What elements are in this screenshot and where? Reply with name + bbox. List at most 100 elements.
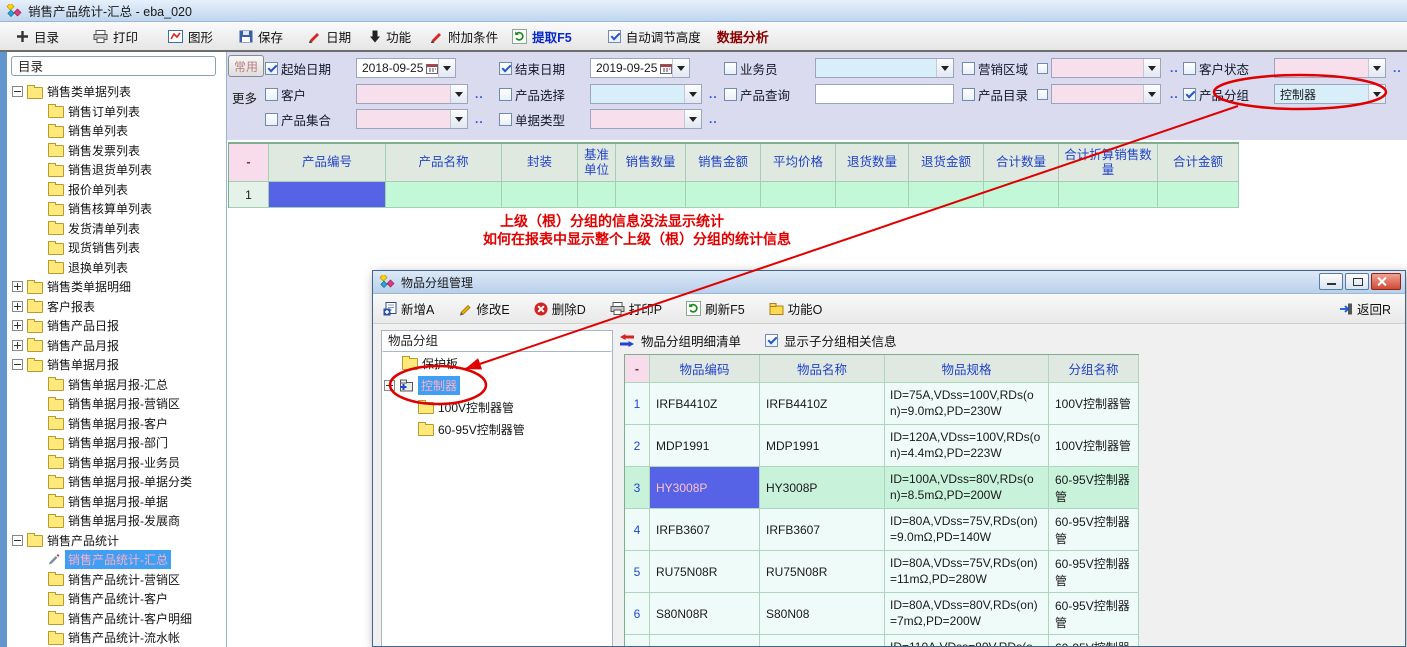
table-row[interactable]: 6 S80N08R S80N08 ID=80A,VDss=80V,RDs(on)… — [625, 593, 1139, 635]
salesman-checkbox[interactable] — [724, 62, 737, 75]
more-options-button[interactable]: .. — [709, 87, 718, 101]
region-checkbox[interactable] — [962, 62, 975, 75]
table-cell[interactable] — [686, 182, 761, 208]
row-number-cell[interactable]: 1 — [625, 383, 650, 425]
dropdown-button[interactable] — [1368, 85, 1385, 103]
table-cell[interactable]: S80N08R — [650, 593, 760, 635]
print-button[interactable]: 打印 — [93, 27, 138, 46]
sidebar-item-selected[interactable]: 销售产品统计-汇总 — [8, 550, 224, 570]
doc-type-select[interactable] — [590, 109, 702, 129]
dropdown-button[interactable] — [684, 110, 701, 128]
column-header[interactable]: 分组名称 — [1049, 355, 1139, 383]
sidebar-item[interactable]: 销售产品统计-营销区 — [8, 570, 224, 590]
collapse-icon[interactable] — [384, 380, 395, 391]
table-cell[interactable]: IRFB4410Z — [760, 383, 885, 425]
print-button[interactable]: 打印P — [610, 299, 662, 318]
add-button[interactable]: 新增A — [383, 299, 434, 318]
sidebar-item[interactable]: 销售产品统计 — [8, 531, 224, 551]
table-row[interactable]: 2 MDP1991 MDP1991 ID=120A,VDss=100V,RDs(… — [625, 425, 1139, 467]
sidebar-item[interactable]: 销售单据月报 — [8, 355, 224, 375]
table-cell[interactable]: ID=100A,VDss=80V,RDs(on)=8.5mΩ,PD=200W — [885, 467, 1049, 509]
column-header[interactable]: 产品编号 — [269, 144, 386, 182]
table-cell[interactable] — [578, 182, 616, 208]
start-date-input[interactable]: 2018-09-25 — [356, 58, 456, 78]
extra-condition-button[interactable]: 附加条件 — [429, 27, 498, 46]
more-options-button[interactable]: .. — [1170, 61, 1179, 75]
refresh-button[interactable]: 刷新F5 — [686, 299, 745, 318]
table-cell[interactable]: STP110N8F6 — [650, 635, 760, 647]
sidebar-item[interactable]: 销售产品日报 — [8, 316, 224, 336]
more-button[interactable]: 更多 — [232, 88, 257, 107]
data-analysis-button[interactable]: 数据分析 — [717, 27, 769, 46]
product-query-input[interactable] — [815, 84, 954, 104]
selected-cell[interactable] — [269, 182, 386, 208]
table-cell[interactable]: MDP1991 — [650, 425, 760, 467]
customer-checkbox[interactable] — [265, 88, 278, 101]
table-cell[interactable]: IRFB3607 — [650, 509, 760, 551]
table-cell[interactable]: RU75N08R — [760, 551, 885, 593]
product-select-select[interactable] — [590, 84, 702, 104]
sidebar-item[interactable]: 销售单据月报-单据分类 — [8, 472, 224, 492]
row-number-cell[interactable]: 3 — [625, 467, 650, 509]
sidebar-item[interactable]: 现货销售列表 — [8, 238, 224, 258]
column-header[interactable]: 合计金额 — [1158, 144, 1239, 182]
column-header[interactable]: 基准单位 — [578, 144, 616, 182]
sidebar-item[interactable]: 销售单据月报-业务员 — [8, 453, 224, 473]
sidebar-item[interactable]: 销售产品统计-客户明细 — [8, 609, 224, 629]
collapse-icon[interactable] — [12, 86, 23, 97]
sidebar-item[interactable]: 客户报表 — [8, 297, 224, 317]
column-header[interactable]: 物品编码 — [650, 355, 760, 383]
dropdown-button[interactable] — [450, 110, 467, 128]
region-select[interactable] — [1051, 58, 1161, 78]
table-cell[interactable]: ID=120A,VDss=100V,RDs(on)=4.4mΩ,PD=223W — [885, 425, 1049, 467]
salesman-select[interactable] — [815, 58, 954, 78]
column-header[interactable]: - — [229, 144, 269, 182]
sidebar-item[interactable]: 销售类单据列表 — [8, 82, 224, 102]
auto-height-checkbox[interactable]: 自动调节高度 — [608, 27, 701, 46]
row-number-cell[interactable]: 1 — [229, 182, 269, 208]
table-cell[interactable]: ID=80A,VDss=80V,RDs(on)=7mΩ,PD=200W — [885, 593, 1049, 635]
table-cell[interactable] — [1158, 182, 1239, 208]
delete-button[interactable]: 删除D — [534, 299, 586, 318]
more-options-button[interactable]: .. — [1393, 61, 1402, 75]
sidebar-item[interactable]: 销售单据月报-发展商 — [8, 511, 224, 531]
graph-button[interactable]: 图形 — [168, 27, 213, 46]
row-number-cell[interactable]: 5 — [625, 551, 650, 593]
table-cell[interactable]: 60-95V控制器管 — [1049, 593, 1139, 635]
product-catalog-select[interactable] — [1051, 84, 1161, 104]
more-options-button[interactable]: .. — [1170, 87, 1179, 101]
table-cell[interactable]: 110N8F6 — [760, 635, 885, 647]
table-cell[interactable]: IRFB3607 — [760, 509, 885, 551]
table-row[interactable]: 7 STP110N8F6 110N8F6 ID=110A,VDss=80V,RD… — [625, 635, 1139, 647]
column-header[interactable]: 平均价格 — [761, 144, 836, 182]
column-header[interactable]: 合计折算销售数量 — [1059, 144, 1158, 182]
sidebar-item[interactable]: 报价单列表 — [8, 180, 224, 200]
sidebar-item[interactable]: 销售订单列表 — [8, 102, 224, 122]
selected-cell[interactable]: HY3008P — [650, 467, 760, 509]
table-cell[interactable] — [386, 182, 502, 208]
column-header[interactable]: 退货金额 — [909, 144, 984, 182]
product-catalog-sub-checkbox[interactable] — [1037, 89, 1048, 100]
catalog-button[interactable]: 目录 — [16, 27, 59, 46]
table-cell[interactable] — [502, 182, 578, 208]
table-cell[interactable] — [1059, 182, 1158, 208]
product-select-checkbox[interactable] — [499, 88, 512, 101]
modify-button[interactable]: 修改E — [458, 299, 509, 318]
dropdown-button[interactable] — [450, 85, 467, 103]
column-header[interactable]: 销售数量 — [616, 144, 686, 182]
table-cell[interactable] — [836, 182, 909, 208]
calendar-icon[interactable] — [426, 63, 438, 74]
tree-item[interactable]: 100V控制器管 — [382, 396, 612, 418]
column-header[interactable]: 销售金额 — [686, 144, 761, 182]
table-cell[interactable]: MDP1991 — [760, 425, 885, 467]
table-row[interactable]: 5 RU75N08R RU75N08R ID=80A,VDss=75V,RDs(… — [625, 551, 1139, 593]
sidebar-item[interactable]: 销售退货单列表 — [8, 160, 224, 180]
return-button[interactable]: 返回R — [1339, 299, 1391, 318]
expand-icon[interactable] — [12, 281, 23, 292]
product-group-checkbox[interactable] — [1183, 88, 1196, 101]
extract-button[interactable]: 提取F5 — [512, 27, 572, 46]
table-cell[interactable]: IRFB4410Z — [650, 383, 760, 425]
start-date-checkbox[interactable] — [265, 62, 278, 75]
column-header[interactable]: 退货数量 — [836, 144, 909, 182]
sidebar-item[interactable]: 销售单据月报-汇总 — [8, 375, 224, 395]
